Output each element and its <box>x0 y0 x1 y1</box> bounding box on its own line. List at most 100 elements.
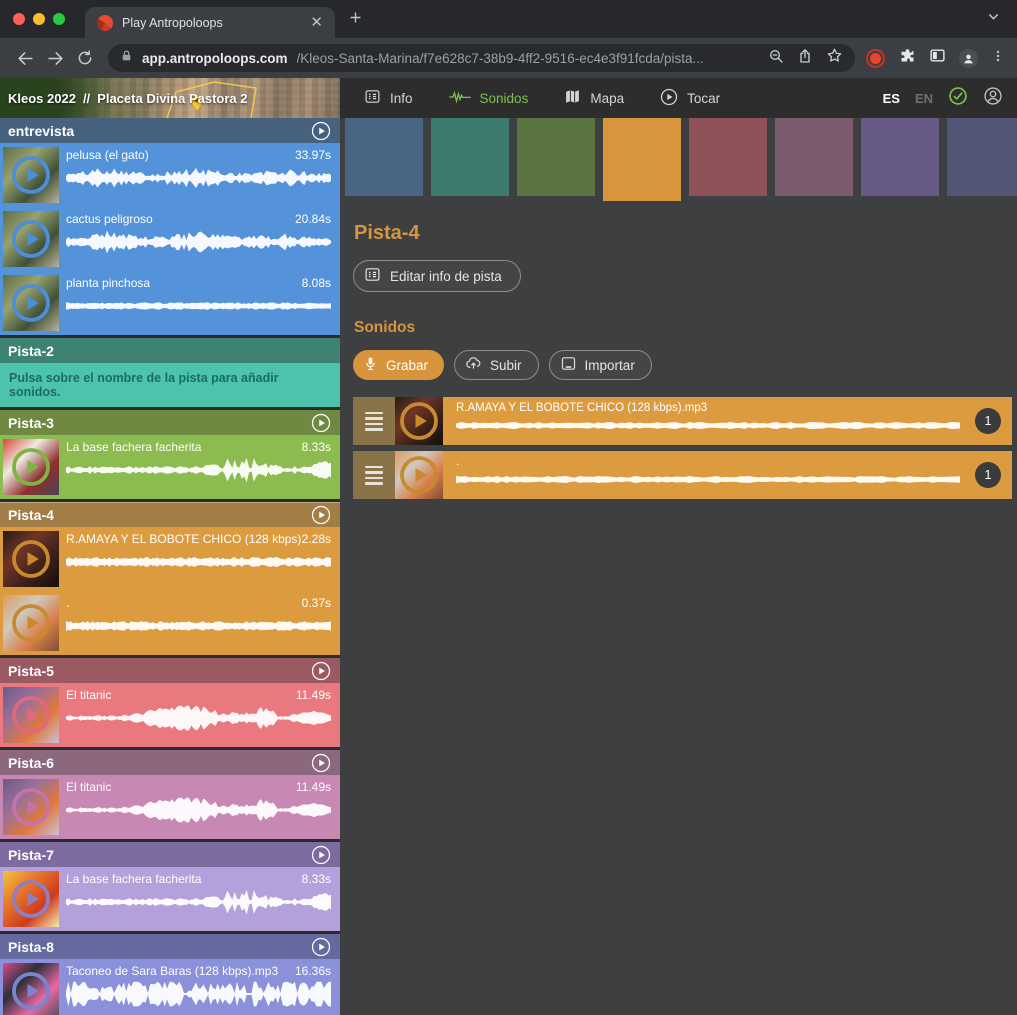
url-domain: app.antropoloops.com <box>142 51 288 66</box>
clip-item[interactable]: La base fachera facherita8.33s <box>0 867 340 931</box>
track-header[interactable]: Pista-5 <box>0 658 340 683</box>
new-tab-button[interactable] <box>347 9 364 31</box>
track-play-icon[interactable] <box>311 661 331 681</box>
tab-info[interactable]: Info <box>364 88 413 108</box>
tab-close-icon[interactable]: ✕ <box>310 15 323 30</box>
zoom-page-icon[interactable] <box>768 48 784 69</box>
clip-name: R.AMAYA Y EL BOBOTE CHICO (128 kbps).... <box>66 532 302 546</box>
tab-tocar[interactable]: Tocar <box>660 88 720 109</box>
track-swatch-5[interactable] <box>689 118 767 196</box>
clip-item[interactable]: cactus peligroso20.84s <box>0 207 340 271</box>
clip-name: planta pinchosa <box>66 276 156 290</box>
sound-play-icon[interactable] <box>399 401 439 441</box>
track-swatch-7[interactable] <box>861 118 939 196</box>
lock-icon[interactable] <box>120 49 133 68</box>
waveform-icon <box>449 89 471 108</box>
clip-play-icon[interactable] <box>11 695 51 735</box>
sound-row[interactable]: R.AMAYA Y EL BOBOTE CHICO (128 kbps).mp3… <box>353 397 1012 445</box>
track-header[interactable]: entrevista <box>0 118 340 143</box>
track-header[interactable]: Pista-6 <box>0 750 340 775</box>
track-swatch-6[interactable] <box>775 118 853 196</box>
clip-duration: 20.84s <box>295 212 331 226</box>
track-header[interactable]: Pista-8 <box>0 934 340 959</box>
record-extension-icon[interactable] <box>870 53 881 64</box>
drag-handle-icon[interactable] <box>353 451 395 499</box>
clip-play-icon[interactable] <box>11 155 51 195</box>
remix-banner[interactable]: Kleos 2022//Placeta Divina Pastora 2 <box>0 78 340 118</box>
track-swatch-3[interactable] <box>517 118 595 196</box>
extensions-puzzle-icon[interactable] <box>899 47 916 69</box>
sound-play-icon[interactable] <box>399 455 439 495</box>
tab-mapa[interactable]: Mapa <box>564 88 624 108</box>
share-icon[interactable] <box>797 48 813 69</box>
clip-item[interactable]: La base fachera facherita8.33s <box>0 435 340 499</box>
clip-play-icon[interactable] <box>11 603 51 643</box>
track-header[interactable]: Pista-2 <box>0 338 340 363</box>
lang-es-button[interactable]: ES <box>883 91 900 106</box>
profile-avatar[interactable] <box>959 49 978 68</box>
track-header[interactable]: Pista-4 <box>0 502 340 527</box>
window-close-button[interactable] <box>13 13 25 25</box>
clip-item[interactable]: pelusa (el gato)33.97s <box>0 143 340 207</box>
edit-track-info-button[interactable]: Editar info de pista <box>353 260 521 292</box>
track-swatch-2[interactable] <box>431 118 509 196</box>
sync-check-icon[interactable] <box>948 86 968 111</box>
nav-label: Mapa <box>590 91 624 106</box>
bookmark-star-icon[interactable] <box>826 47 843 69</box>
clip-play-icon[interactable] <box>11 219 51 259</box>
sound-title: . <box>456 456 960 468</box>
clip-thumbnail <box>3 211 59 267</box>
drag-handle-bar <box>365 477 383 480</box>
clip-item[interactable]: El titanic11.49s <box>0 683 340 747</box>
clip-play-icon[interactable] <box>11 787 51 827</box>
track-header[interactable]: Pista-7 <box>0 842 340 867</box>
sound-row[interactable]: .1 <box>353 451 1012 499</box>
track-play-icon[interactable] <box>311 121 331 141</box>
track-play-icon[interactable] <box>311 937 331 957</box>
clip-play-icon[interactable] <box>11 283 51 323</box>
side-panel-icon[interactable] <box>929 47 946 69</box>
tab-sonidos[interactable]: Sonidos <box>449 89 529 108</box>
track-swatch-4[interactable] <box>603 118 681 201</box>
record-button[interactable]: Grabar <box>353 350 444 380</box>
back-button[interactable] <box>10 43 40 73</box>
account-icon[interactable] <box>983 86 1003 111</box>
browser-tab[interactable]: Play Antropoloops ✕ <box>85 7 335 38</box>
sound-title: R.AMAYA Y EL BOBOTE CHICO (128 kbps).mp3 <box>456 402 960 414</box>
track-play-icon[interactable] <box>311 413 331 433</box>
track-swatch-1[interactable] <box>345 118 423 196</box>
drag-handle-icon[interactable] <box>353 397 395 445</box>
track-play-icon[interactable] <box>311 845 331 865</box>
clip-thumbnail <box>3 531 59 587</box>
reload-button[interactable] <box>70 43 100 73</box>
track-header[interactable]: Pista-3 <box>0 410 340 435</box>
clip-play-icon[interactable] <box>11 971 51 1011</box>
upload-button[interactable]: Subir <box>454 350 539 380</box>
clip-item[interactable]: Taconeo de Sara Baras (128 kbps).mp316.3… <box>0 959 340 1015</box>
forward-button[interactable] <box>40 43 70 73</box>
breadcrumb-separator: // <box>83 91 90 106</box>
track-play-icon[interactable] <box>311 753 331 773</box>
clip-item[interactable]: .0.37s <box>0 591 340 655</box>
clip-info: La base fachera facherita8.33s <box>66 439 336 499</box>
window-zoom-button[interactable] <box>53 13 65 25</box>
window-minimize-button[interactable] <box>33 13 45 25</box>
url-bar[interactable]: app.antropoloops.com/Kleos-Santa-Marina/… <box>108 44 855 72</box>
empty-track-hint: Pulsa sobre el nombre de la pista para a… <box>0 363 340 407</box>
clip-play-icon[interactable] <box>11 447 51 487</box>
clip-item[interactable]: R.AMAYA Y EL BOBOTE CHICO (128 kbps)....… <box>0 527 340 591</box>
clip-top-row: La base fachera facherita8.33s <box>66 440 331 454</box>
clip-play-icon[interactable] <box>11 539 51 579</box>
browser-menu-kebab-icon[interactable] <box>991 48 1005 69</box>
lang-en-button[interactable]: EN <box>915 91 933 106</box>
clip-play-icon[interactable] <box>11 879 51 919</box>
import-button[interactable]: Importar <box>549 350 652 380</box>
track-play-icon[interactable] <box>311 505 331 525</box>
clip-info: .0.37s <box>66 595 336 655</box>
tab-search-chevron-icon[interactable] <box>986 9 1001 29</box>
clip-item[interactable]: planta pinchosa8.08s <box>0 271 340 335</box>
track-swatch-8[interactable] <box>947 118 1017 196</box>
clip-duration: 8.33s <box>302 872 331 886</box>
clip-top-row: cactus peligroso20.84s <box>66 212 331 226</box>
clip-item[interactable]: El titanic11.49s <box>0 775 340 839</box>
